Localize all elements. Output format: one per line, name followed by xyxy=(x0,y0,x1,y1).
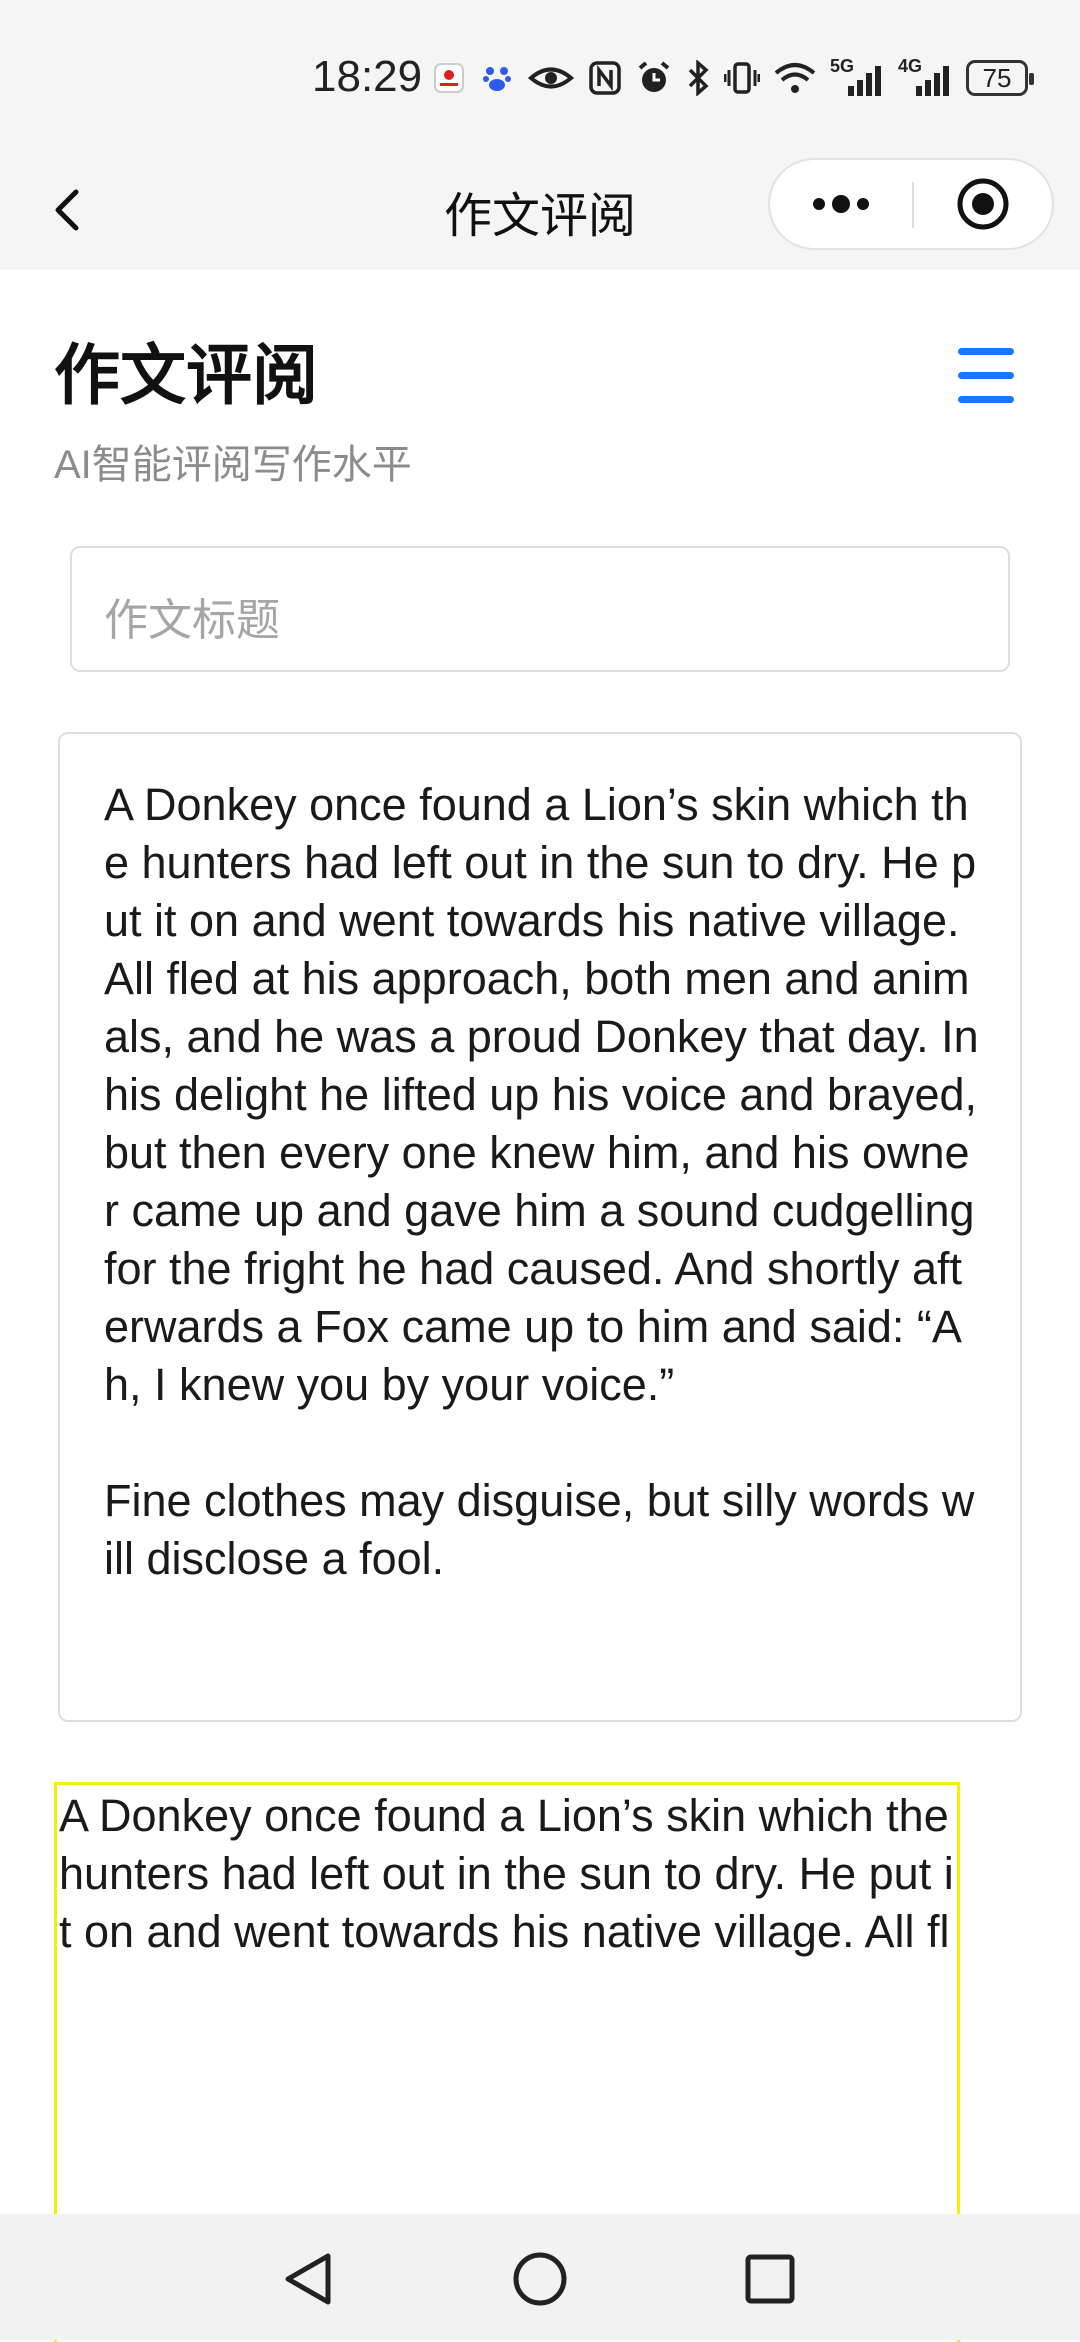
chevron-left-icon xyxy=(55,189,79,231)
nfc-icon xyxy=(589,61,621,95)
page-title: 作文评阅 xyxy=(54,338,318,412)
wifi-icon xyxy=(774,63,816,93)
bluetooth-icon xyxy=(688,60,709,96)
status-bar: 18:29 5G 4G 75 xyxy=(0,0,1080,150)
hamburger-menu-icon[interactable] xyxy=(956,346,1018,406)
battery-indicator: 75 xyxy=(966,60,1034,96)
essay-text: A Donkey once found a Lion’s skin which … xyxy=(104,779,979,1584)
system-home-button[interactable] xyxy=(505,2244,575,2314)
target-circle-icon xyxy=(957,178,1009,230)
preview-text: A Donkey once found a Lion’s skin which … xyxy=(59,1790,954,1957)
page-subtitle: AI智能评阅写作水平 xyxy=(54,443,412,487)
triangle-back-icon xyxy=(285,2253,331,2305)
square-recents-icon xyxy=(745,2254,795,2304)
system-nav-bar xyxy=(0,2214,1080,2340)
essay-textarea[interactable]: A Donkey once found a Lion’s skin which … xyxy=(58,732,1022,1722)
system-back-button[interactable] xyxy=(274,2244,344,2314)
more-dots-icon xyxy=(813,195,869,213)
back-button[interactable] xyxy=(40,180,100,240)
title-placeholder: 作文标题 xyxy=(104,596,280,645)
essay-title-input[interactable]: 作文标题 xyxy=(70,546,1010,672)
5g-signal-icon: 5G xyxy=(830,56,884,98)
circle-home-icon xyxy=(513,2252,567,2306)
eye-icon xyxy=(528,67,574,89)
status-icons: 5G 4G xyxy=(432,56,952,98)
huawei-app-icon xyxy=(434,63,464,93)
baidu-icon xyxy=(483,67,511,91)
4g-signal-icon: 4G xyxy=(898,56,952,98)
more-button[interactable] xyxy=(770,160,912,248)
vibrate-icon xyxy=(724,62,760,94)
status-time: 18:29 xyxy=(312,52,423,101)
capsule-menu xyxy=(768,158,1054,250)
close-miniprogram-button[interactable] xyxy=(914,160,1052,248)
navbar: 作文评阅 xyxy=(0,150,1080,270)
alarm-icon xyxy=(638,61,670,92)
system-recents-button[interactable] xyxy=(735,2244,805,2314)
